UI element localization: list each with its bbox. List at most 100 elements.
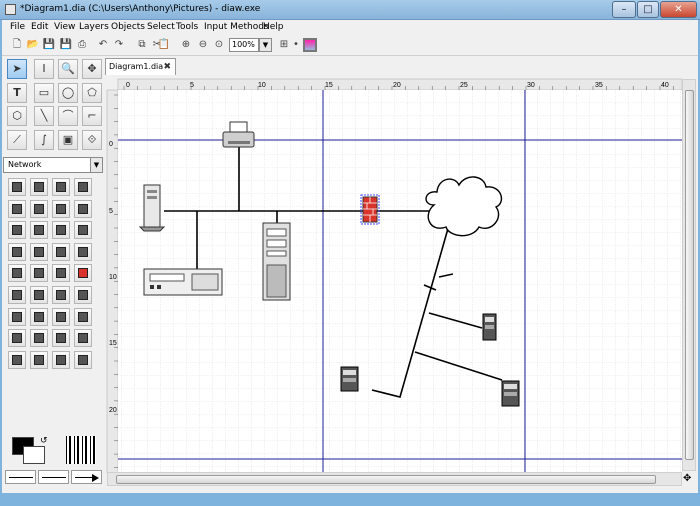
flat-shape-icon[interactable] xyxy=(74,286,92,304)
maximize-button[interactable]: □ xyxy=(637,1,659,18)
beziergon-tool-icon[interactable]: ⬡ xyxy=(7,106,27,126)
telephone-shape-icon[interactable] xyxy=(30,350,48,369)
cabinet-shape-icon[interactable] xyxy=(74,329,92,348)
printer-shape-icon[interactable] xyxy=(8,199,26,218)
zoom-tool-icon[interactable]: 🔍 xyxy=(58,59,78,79)
zoom-input[interactable]: 100% xyxy=(229,38,259,52)
menu-input-methods[interactable]: Input Methods xyxy=(204,22,269,32)
handheld-shape-icon[interactable] xyxy=(52,307,70,326)
zoom-in-icon[interactable]: ⊕ xyxy=(179,38,193,52)
undo-icon[interactable]: ↶ xyxy=(96,38,110,52)
scanner-shape-icon[interactable] xyxy=(52,286,70,304)
menu-view[interactable]: View xyxy=(54,22,75,32)
menu-file[interactable]: File xyxy=(10,22,25,32)
bus-shape-icon[interactable] xyxy=(74,221,92,240)
text-edit-tool-icon[interactable]: I xyxy=(34,59,54,79)
patch-shape-icon[interactable] xyxy=(30,221,48,240)
workstation-node-1[interactable] xyxy=(482,313,497,341)
menu-edit[interactable]: Edit xyxy=(31,22,48,32)
laptop-shape-icon[interactable] xyxy=(52,221,70,240)
zoom-dropdown-icon[interactable]: ▼ xyxy=(259,38,272,52)
bolt-shape-icon[interactable] xyxy=(52,199,70,218)
zoom-out-icon[interactable]: ⊖ xyxy=(196,38,210,52)
color-icon[interactable] xyxy=(303,38,317,52)
line-style[interactable] xyxy=(38,470,69,484)
open-file-icon[interactable]: 📂 xyxy=(26,38,40,52)
line-width-icon[interactable] xyxy=(66,436,96,464)
lightning-shape-icon[interactable] xyxy=(30,199,48,218)
sun-shape-icon[interactable] xyxy=(8,286,26,304)
menu-objects[interactable]: Objects xyxy=(111,22,145,32)
workstation-node-3[interactable] xyxy=(501,380,520,407)
zigzag-tool-icon[interactable]: ⌐ xyxy=(82,106,102,126)
horizontal-scrollbar[interactable] xyxy=(107,472,682,486)
router-shape-icon[interactable] xyxy=(30,264,48,283)
sheet-selector[interactable]: Network ▼ xyxy=(3,157,103,173)
save-icon[interactable]: 💾 xyxy=(42,38,56,52)
bench-shape-icon[interactable] xyxy=(74,350,92,369)
menu-help[interactable]: Help xyxy=(263,22,284,32)
hexagon-shape-icon[interactable] xyxy=(8,264,26,283)
desk-shape-icon[interactable] xyxy=(52,329,70,348)
wifi-shape-icon[interactable] xyxy=(30,242,48,261)
copy-icon[interactable]: ⧉ xyxy=(135,38,149,52)
background-color-swatch[interactable] xyxy=(23,446,45,464)
tower-shape-icon[interactable] xyxy=(74,242,92,261)
polyline-tool-icon[interactable]: ⟋ xyxy=(7,130,27,150)
ellipse-tool-icon[interactable]: ◯ xyxy=(58,83,78,103)
pointer-tool-icon[interactable]: ➤ xyxy=(7,59,27,79)
bezierline-tool-icon[interactable]: ∫ xyxy=(34,130,54,150)
workstation-shape-icon[interactable] xyxy=(30,329,48,348)
navigation-corner-icon[interactable]: ✥ xyxy=(683,473,691,484)
box-tool-icon[interactable]: ▭ xyxy=(34,83,54,103)
minimize-button[interactable]: – xyxy=(612,1,636,18)
pda-shape-icon[interactable] xyxy=(30,307,48,326)
save-as-icon[interactable]: 💾 xyxy=(59,38,73,52)
firewall-shape-icon[interactable] xyxy=(74,264,92,283)
close-button[interactable]: ✕ xyxy=(660,1,697,18)
computer-shape-icon[interactable] xyxy=(8,178,26,196)
workstation-node-2[interactable] xyxy=(340,366,359,392)
swap-colors-icon[interactable]: ↺ xyxy=(40,436,48,446)
image-tool-icon[interactable]: ▣ xyxy=(58,130,78,150)
keyboard-shape-icon[interactable] xyxy=(8,329,26,348)
tab-diagram1[interactable]: Diagram1.dia ✖ xyxy=(105,58,176,75)
redo-icon[interactable]: ↷ xyxy=(112,38,126,52)
menu-layers[interactable]: Layers xyxy=(79,22,109,32)
monitor2-shape-icon[interactable] xyxy=(30,286,48,304)
arrow-start-style[interactable] xyxy=(5,470,36,484)
laptop2-shape-icon[interactable] xyxy=(8,307,26,326)
text-tool-icon[interactable]: T xyxy=(7,83,27,103)
zoom-fit-icon[interactable]: ⊙ xyxy=(212,38,226,52)
vertical-scroll-thumb[interactable] xyxy=(685,90,694,460)
antenna-shape-icon[interactable] xyxy=(8,242,26,261)
rack-shape-icon[interactable] xyxy=(8,221,26,240)
new-file-icon[interactable]: 🗋 xyxy=(10,38,24,52)
hub-shape-icon[interactable] xyxy=(74,178,92,196)
cabinet2-shape-icon[interactable] xyxy=(8,350,26,369)
desktop-computer-node[interactable] xyxy=(143,268,223,296)
server-tower-node[interactable] xyxy=(138,184,166,232)
paste-icon[interactable]: 📋 xyxy=(157,38,171,52)
arrow-end-style[interactable] xyxy=(71,470,102,484)
vertical-scrollbar[interactable] xyxy=(682,79,696,471)
polygon-tool-icon[interactable]: ⬠ xyxy=(82,83,102,103)
line-tool-icon[interactable]: ╲ xyxy=(34,106,54,126)
menu-select[interactable]: Select xyxy=(147,22,175,32)
tower-computer-node[interactable] xyxy=(262,222,291,301)
menu-tools[interactable]: Tools xyxy=(176,22,198,32)
modem-shape-icon[interactable] xyxy=(74,199,92,218)
close-tab-icon[interactable]: ✖ xyxy=(163,60,171,75)
firewall-node[interactable] xyxy=(360,194,380,225)
phone-shape-icon[interactable] xyxy=(74,307,92,326)
outline-tool-icon[interactable]: ⟐ xyxy=(82,130,102,150)
cloud-shape-icon[interactable] xyxy=(52,242,70,261)
horizontal-scroll-thumb[interactable] xyxy=(116,475,656,484)
arc-tool-icon[interactable]: ⌒ xyxy=(58,106,78,126)
switch-shape-icon[interactable] xyxy=(52,264,70,283)
print-icon[interactable]: ⎙ xyxy=(75,38,89,52)
move-tool-icon[interactable]: ✥ xyxy=(82,59,102,79)
monitor-shape-icon[interactable] xyxy=(30,178,48,196)
storage-shape-icon[interactable] xyxy=(52,178,70,196)
snap-dot-icon[interactable]: • xyxy=(289,38,303,52)
